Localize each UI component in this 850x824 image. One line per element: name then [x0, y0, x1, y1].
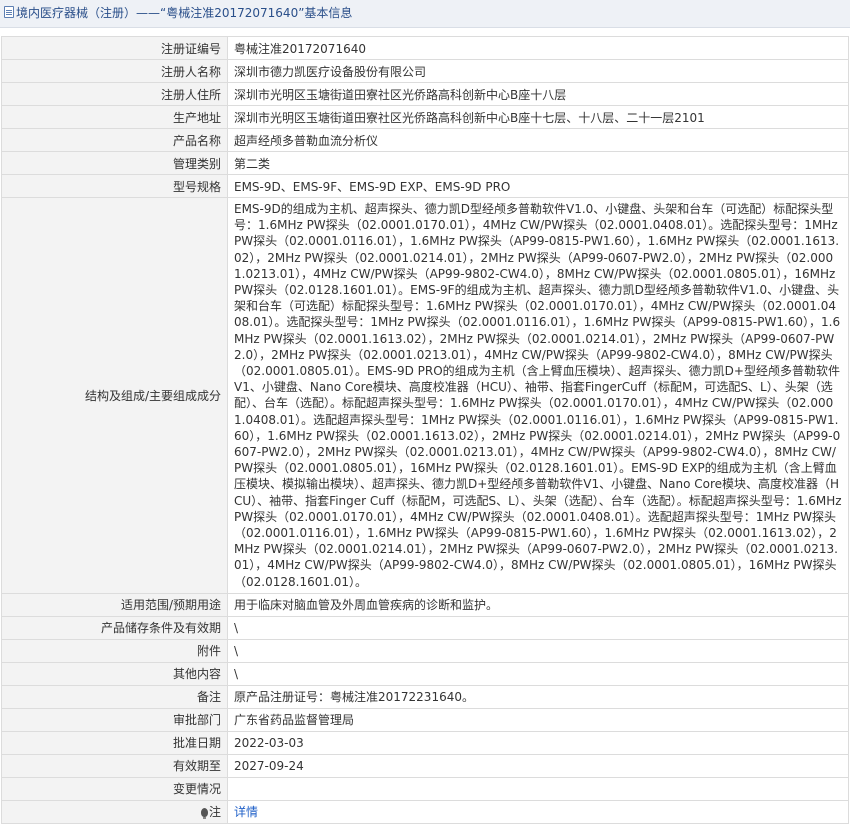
row-label: 变更情况 [1, 776, 228, 801]
page-header: 境内医疗器械（注册）——“粤械注准20172071640”基本信息 [0, 0, 850, 28]
row-label: 注册人名称 [1, 59, 228, 83]
row-value: \ [227, 615, 849, 640]
row-value: 广东省药品监督管理局 [227, 707, 849, 732]
row-label: 备注 [1, 684, 228, 709]
row-label: 适用范围/预期用途 [1, 592, 228, 617]
row-label: 管理类别 [1, 151, 228, 175]
table-row-product-name: 产品名称 超声经颅多普勒血流分析仪 [1, 128, 849, 152]
row-value: 粤械注准20172071640 [227, 36, 849, 60]
note-label-text: 注 [208, 805, 221, 820]
row-value [227, 776, 849, 801]
table-row-approval-date: 批准日期 2022-03-03 [1, 730, 849, 755]
row-label: 注册证编号 [1, 36, 228, 60]
details-link[interactable]: 详情 [234, 805, 258, 819]
row-value: 深圳市光明区玉塘街道田寮社区光侨路高科创新中心B座十七层、十八层、二十一层210… [227, 105, 849, 129]
lightbulb-icon [200, 808, 208, 820]
row-label: 型号规格 [1, 174, 228, 198]
table-row-remarks: 备注 原产品注册证号：粤械注准20172231640。 [1, 684, 849, 709]
row-label: 有效期至 [1, 753, 228, 778]
table-row-note: 注 详情 [1, 799, 849, 824]
row-value: \ [227, 638, 849, 663]
row-label: 批准日期 [1, 730, 228, 755]
table-row-structure-composition: 结构及组成/主要组成成分 EMS-9D的组成为主机、超声探头、德力凯D型经颅多普… [1, 197, 849, 594]
row-value: EMS-9D的组成为主机、超声探头、德力凯D型经颅多普勒软件V1.0、小键盘、头… [227, 197, 849, 594]
table-row-approval-dept: 审批部门 广东省药品监督管理局 [1, 707, 849, 732]
row-label: 附件 [1, 638, 228, 663]
registration-info-table: 注册证编号 粤械注准20172071640 注册人名称 深圳市德力凯医疗设备股份… [1, 36, 849, 824]
row-value: 深圳市光明区玉塘街道田寮社区光侨路高科创新中心B座十八层 [227, 82, 849, 106]
row-value: 详情 [227, 799, 849, 824]
row-label: 产品储存条件及有效期 [1, 615, 228, 640]
row-value: 原产品注册证号：粤械注准20172231640。 [227, 684, 849, 709]
table-row-registration-no: 注册证编号 粤械注准20172071640 [1, 36, 849, 60]
row-label: 产品名称 [1, 128, 228, 152]
row-label: 结构及组成/主要组成成分 [1, 197, 228, 594]
table-row-registrant-name: 注册人名称 深圳市德力凯医疗设备股份有限公司 [1, 59, 849, 83]
row-value: 第二类 [227, 151, 849, 175]
row-value: 2027-09-24 [227, 753, 849, 778]
table-row-valid-until: 有效期至 2027-09-24 [1, 753, 849, 778]
row-value: 超声经颅多普勒血流分析仪 [227, 128, 849, 152]
table-row-production-address: 生产地址 深圳市光明区玉塘街道田寮社区光侨路高科创新中心B座十七层、十八层、二十… [1, 105, 849, 129]
table-row-accessories: 附件 \ [1, 638, 849, 663]
table-row-intended-use: 适用范围/预期用途 用于临床对脑血管及外周血管疾病的诊断和监护。 [1, 592, 849, 617]
table-row-changes: 变更情况 [1, 776, 849, 801]
row-value: 深圳市德力凯医疗设备股份有限公司 [227, 59, 849, 83]
table-row-other: 其他内容 \ [1, 661, 849, 686]
row-value: 用于临床对脑血管及外周血管疾病的诊断和监护。 [227, 592, 849, 617]
table-row-registrant-address: 注册人住所 深圳市光明区玉塘街道田寮社区光侨路高科创新中心B座十八层 [1, 82, 849, 106]
row-label: 其他内容 [1, 661, 228, 686]
document-icon [4, 6, 14, 18]
row-label: 生产地址 [1, 105, 228, 129]
row-value: \ [227, 661, 849, 686]
page-title: 境内医疗器械（注册）——“粤械注准20172071640”基本信息 [16, 6, 353, 20]
row-label-note: 注 [1, 799, 228, 824]
row-label: 注册人住所 [1, 82, 228, 106]
row-value: 2022-03-03 [227, 730, 849, 755]
table-row-storage: 产品储存条件及有效期 \ [1, 615, 849, 640]
table-row-management-class: 管理类别 第二类 [1, 151, 849, 175]
table-row-model-spec: 型号规格 EMS-9D、EMS-9F、EMS-9D EXP、EMS-9D PRO [1, 174, 849, 198]
row-value: EMS-9D、EMS-9F、EMS-9D EXP、EMS-9D PRO [227, 174, 849, 198]
row-label: 审批部门 [1, 707, 228, 732]
